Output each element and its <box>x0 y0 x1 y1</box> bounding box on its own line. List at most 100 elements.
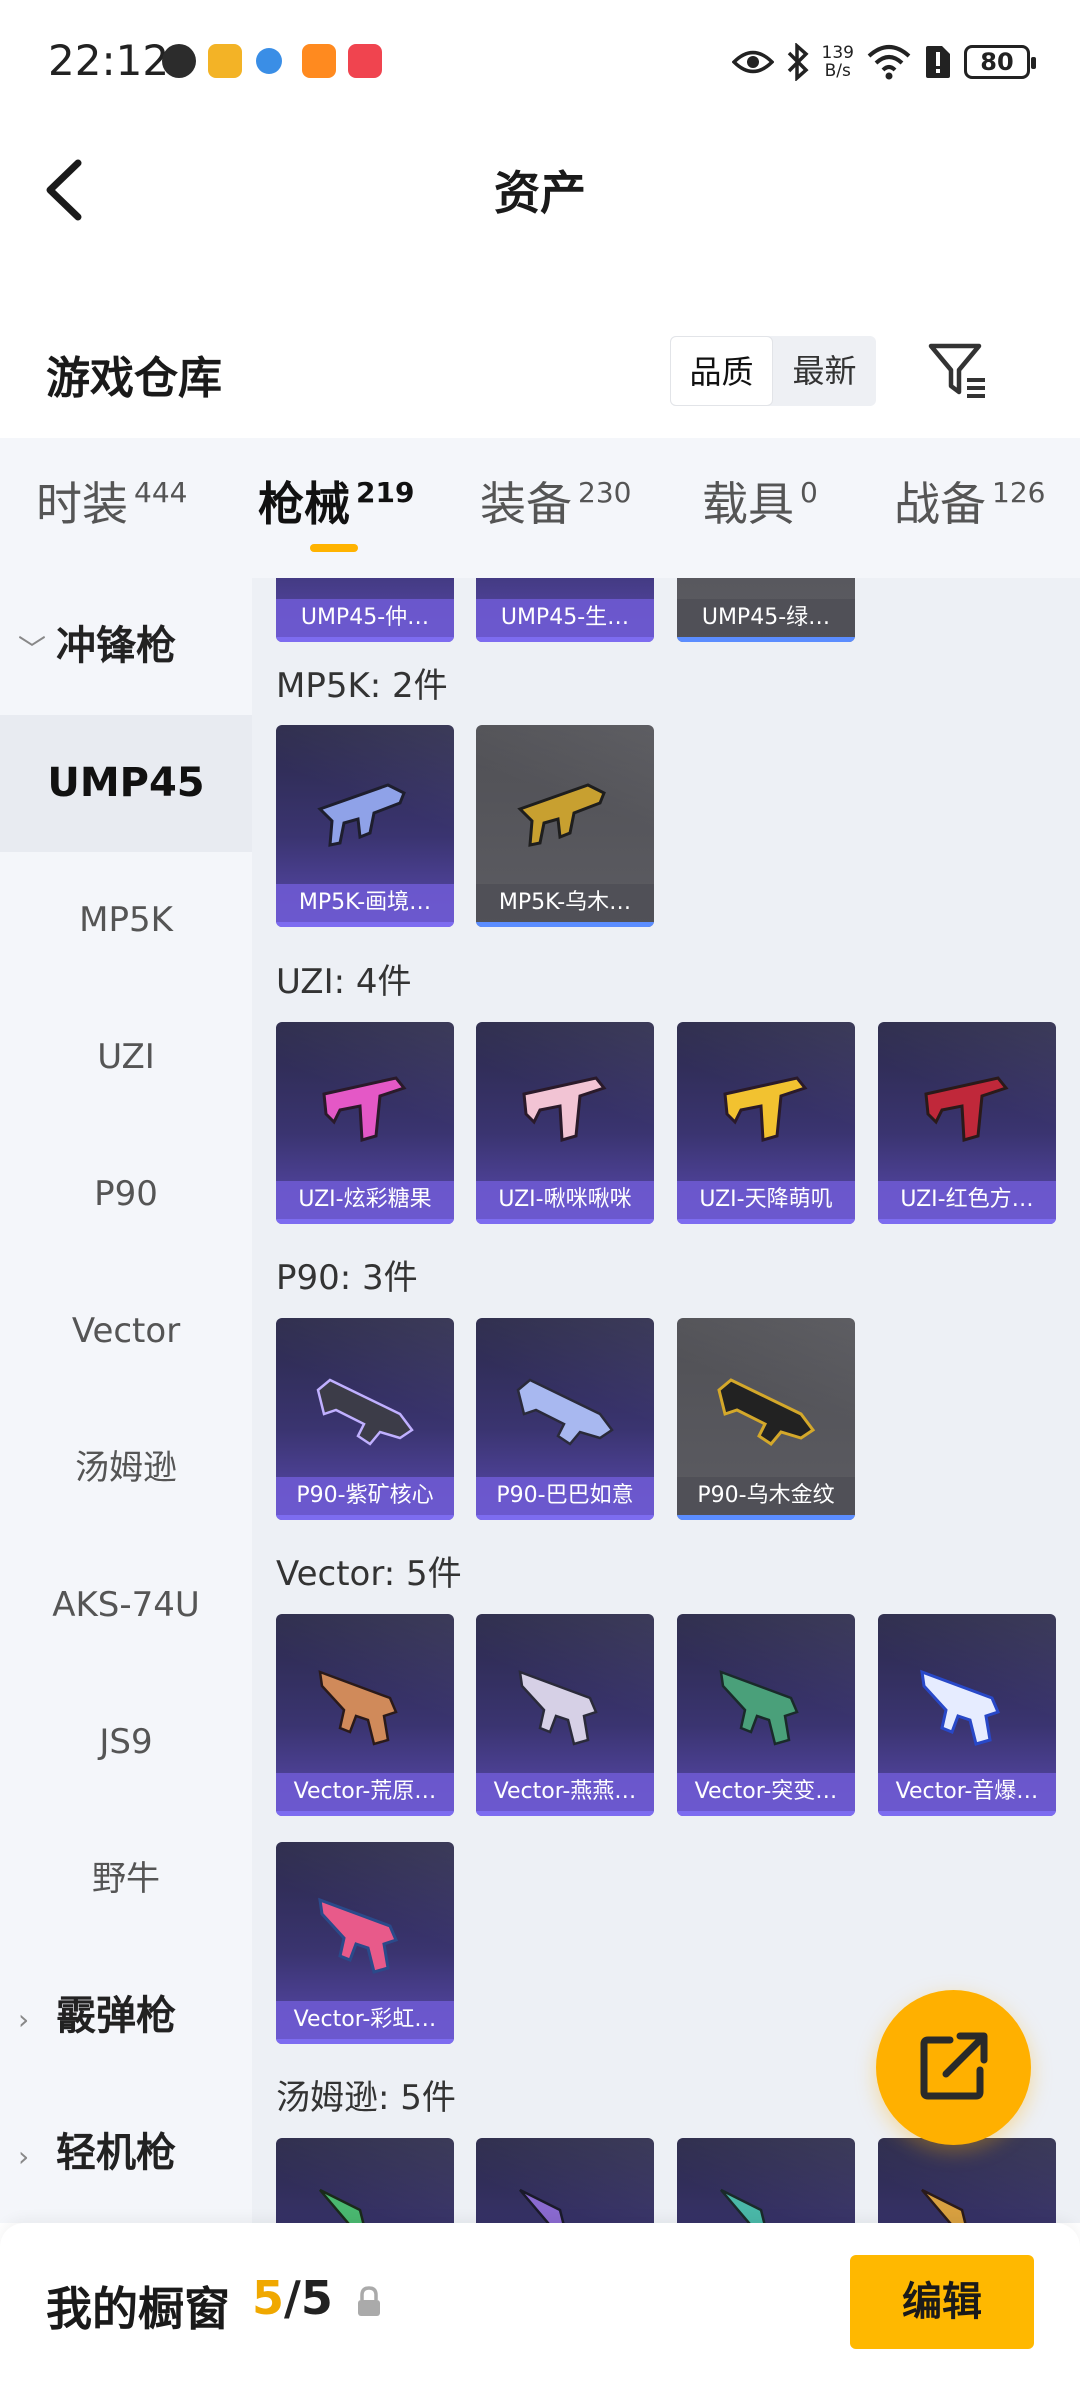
weapon-card[interactable] <box>276 2138 454 2223</box>
showcase-title: 我的橱窗 <box>46 2282 230 2336</box>
weapon-card[interactable]: UZI-炫彩糖果 <box>276 1022 454 1224</box>
tab-fashion[interactable]: 时装 444 <box>36 468 187 534</box>
weapon-card-label: P90-乌木金纹 <box>677 1477 855 1515</box>
weapon-card[interactable]: UZI-啾咪啾咪 <box>476 1022 654 1224</box>
weapon-card[interactable]: P90-巴巴如意 <box>476 1318 654 1520</box>
sidebar-item-uzi[interactable]: UZI <box>0 989 252 1126</box>
sort-newest-option[interactable]: 最新 <box>773 336 876 406</box>
weapon-card[interactable]: P90-乌木金纹 <box>677 1318 855 1520</box>
weapon-type-sidebar: ﹀ 冲锋枪 UMP45 MP5K UZI P90 Vector 汤姆逊 AKS-7… <box>0 578 252 2223</box>
tab-count: 0 <box>800 476 818 509</box>
tab-count: 219 <box>356 476 415 509</box>
lock-icon[interactable] <box>355 2285 383 2319</box>
sidebar-group-shotgun[interactable]: › 霰弹枪 <box>18 1948 252 2085</box>
weapon-card[interactable]: P90-紫矿核心 <box>276 1318 454 1520</box>
chevron-right-icon: › <box>18 2003 30 2036</box>
section-title: MP5K: 2件 <box>276 666 448 706</box>
weapon-card[interactable]: UMP45-绿… <box>677 578 855 642</box>
notification-app-icon <box>256 48 282 74</box>
weapon-card[interactable]: UZI-天降萌叽 <box>677 1022 855 1224</box>
weapon-card[interactable]: Vector-彩虹… <box>276 1842 454 2044</box>
weapon-card-label: Vector-彩虹… <box>276 2001 454 2039</box>
sort-toggle: 品质 最新 <box>670 336 876 406</box>
sidebar-item-vector[interactable]: Vector <box>0 1263 252 1400</box>
weapon-card[interactable]: MP5K-乌木… <box>476 725 654 927</box>
sidebar-group-smg[interactable]: ﹀ 冲锋枪 <box>18 578 252 715</box>
edit-button[interactable]: 编辑 <box>850 2255 1034 2349</box>
weapon-card-label: UZI-啾咪啾咪 <box>476 1181 654 1219</box>
showcase-total: 5 <box>300 2271 333 2325</box>
notification-app-icon <box>302 44 336 78</box>
sidebar-group-lmg[interactable]: › 轻机枪 <box>18 2085 252 2222</box>
tab-supplies[interactable]: 战备 126 <box>894 468 1045 534</box>
weapon-card-label: UMP45-绿… <box>677 599 855 637</box>
battery-indicator: 80 <box>964 45 1036 79</box>
vector-icon <box>318 1670 398 1746</box>
sort-quality-option[interactable]: 品质 <box>670 336 773 406</box>
tab-count: 444 <box>134 476 188 509</box>
sidebar-item-thompson[interactable]: 汤姆逊 <box>0 1400 252 1537</box>
thompson-icon <box>921 2188 967 2223</box>
weapon-card[interactable] <box>878 2138 1056 2223</box>
network-speed-unit: B/s <box>824 61 851 81</box>
weapon-card-label: UZI-炫彩糖果 <box>276 1181 454 1219</box>
showcase-current: 5 <box>252 2271 285 2325</box>
tab-equipment[interactable]: 装备 230 <box>480 468 631 534</box>
vector-icon <box>518 1670 598 1746</box>
sidebar-item-js9[interactable]: JS9 <box>0 1674 252 1811</box>
section-title: Vector: 5件 <box>276 1554 462 1594</box>
notification-app-icon <box>208 44 242 78</box>
tab-label: 枪械 <box>258 477 350 531</box>
share-fab-button[interactable] <box>876 1990 1031 2145</box>
filter-icon[interactable] <box>925 338 991 404</box>
vector-icon <box>318 1897 399 1974</box>
eye-icon <box>731 50 774 74</box>
weapon-card-label: P90-巴巴如意 <box>476 1477 654 1515</box>
sidebar-item-aks74u[interactable]: AKS-74U <box>0 1537 252 1674</box>
showcase-separator: / <box>284 2271 301 2325</box>
sidebar-item-bison[interactable]: 野牛 <box>0 1811 252 1948</box>
warehouse-title: 游戏仓库 <box>46 353 222 404</box>
section-title: 汤姆逊: 5件 <box>276 2078 456 2118</box>
weapon-card[interactable]: Vector-荒原… <box>276 1614 454 1816</box>
vector-icon <box>920 1669 1001 1746</box>
weapon-card[interactable] <box>476 2138 654 2223</box>
tab-count: 230 <box>578 476 632 509</box>
weapon-card[interactable]: Vector-音爆… <box>878 1614 1056 1816</box>
share-external-icon <box>920 2032 988 2100</box>
tab-firearms[interactable]: 枪械 219 <box>258 468 414 534</box>
weapon-card[interactable]: Vector-突变… <box>677 1614 855 1816</box>
weapon-card[interactable]: MP5K-画境… <box>276 725 454 927</box>
weapon-card[interactable]: UZI-红色方… <box>878 1022 1056 1224</box>
thompson-icon <box>519 2188 565 2223</box>
sidebar-item-mp5k[interactable]: MP5K <box>0 852 252 989</box>
weapon-card[interactable] <box>677 2138 855 2223</box>
weapon-card-label: Vector-突变… <box>677 1773 855 1811</box>
sidebar-group-label: 轻机枪 <box>56 2130 176 2176</box>
chevron-right-icon: › <box>18 2140 30 2173</box>
weapon-card-label: MP5K-乌木… <box>476 884 654 922</box>
category-tabs: 时装 444 枪械 219 装备 230 载具 0 战备 126 <box>0 438 1080 578</box>
weapon-card-label: UMP45-仲… <box>276 599 454 637</box>
warehouse-row: 游戏仓库 品质 最新 <box>0 320 1080 420</box>
status-bar: 22:12 139 B/s 80 <box>0 0 1080 125</box>
sidebar-item-p90[interactable]: P90 <box>0 1126 252 1263</box>
sidebar-group-label: 霰弹枪 <box>56 1993 176 2039</box>
notification-app-icon <box>162 44 196 78</box>
sidebar-item-ump45[interactable]: UMP45 <box>0 715 252 852</box>
showcase-bar: 我的橱窗 5/5 编辑 <box>0 2223 1080 2382</box>
weapon-card[interactable]: UMP45-生… <box>476 578 654 642</box>
chevron-down-icon: ﹀ <box>18 633 47 666</box>
top-header: 资产 <box>0 125 1080 250</box>
status-icons: 139 B/s 80 <box>731 40 1036 84</box>
tab-vehicles[interactable]: 载具 0 <box>702 468 818 534</box>
weapon-card-label: Vector-燕燕… <box>476 1773 654 1811</box>
weapon-card[interactable]: UMP45-仲… <box>276 578 454 642</box>
uzi-icon <box>522 1076 607 1142</box>
page-title: 资产 <box>494 166 586 220</box>
weapon-card[interactable]: Vector-燕燕… <box>476 1614 654 1816</box>
tab-label: 载具 <box>702 477 794 531</box>
weapon-grid: UMP45-仲… UMP45-生… UMP45-绿… MP5K: 2件 MP5K… <box>252 578 1080 2223</box>
wifi-icon <box>867 45 911 80</box>
p90-icon <box>316 1378 414 1446</box>
